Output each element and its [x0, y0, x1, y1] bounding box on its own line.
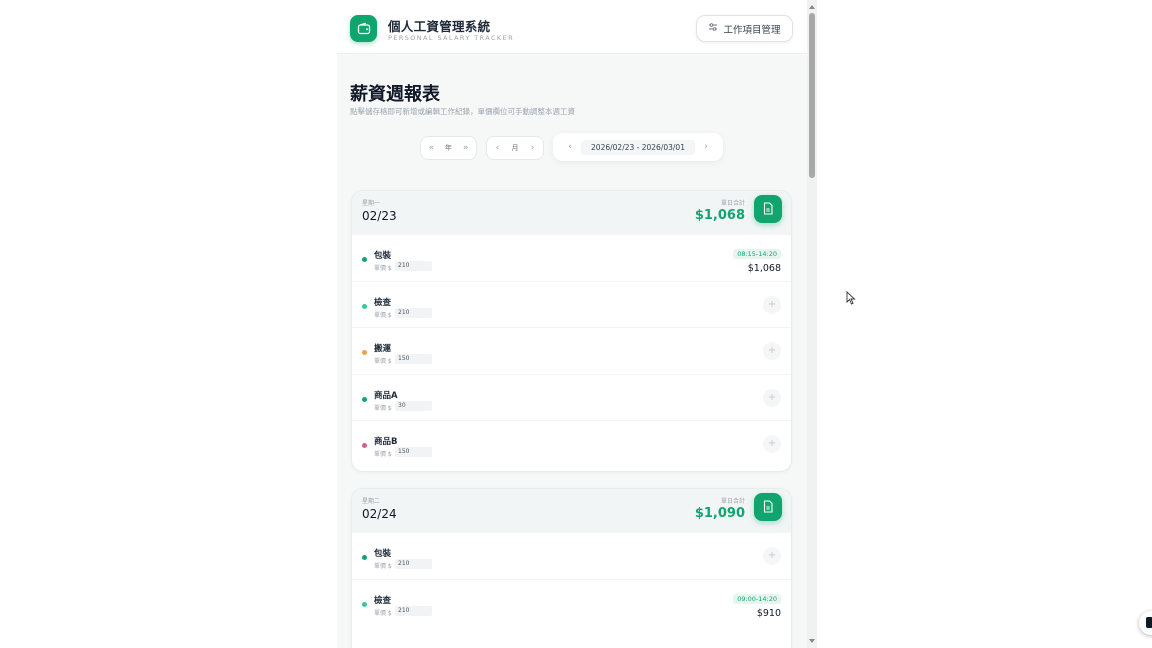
wallet-icon [350, 15, 377, 42]
floating-widget-button[interactable] [1139, 611, 1152, 635]
week-range-nav: ‹ 2026/02/23 - 2026/03/01 › [553, 133, 723, 161]
report-button[interactable] [754, 195, 782, 223]
rate-input[interactable]: 210 [395, 261, 432, 271]
scrollbar[interactable] [807, 0, 817, 648]
week-range-text: 2026/02/23 - 2026/03/01 [581, 139, 695, 155]
plus-icon[interactable]: + [763, 342, 781, 360]
prev-month-button[interactable]: ‹ [491, 143, 505, 153]
scroll-up-arrow-icon[interactable] [809, 5, 815, 9]
rate-label: 單價 $ [374, 265, 392, 272]
plus-icon[interactable]: + [763, 295, 781, 314]
sliders-icon [708, 22, 718, 35]
job-color-dot [362, 350, 367, 355]
job-color-dot [362, 443, 367, 448]
job-row[interactable]: 商品B 單價 $ 150 + [352, 421, 791, 468]
mouse-cursor-icon [846, 290, 856, 309]
rate-input[interactable]: 150 [395, 354, 432, 364]
scroll-down-arrow-icon[interactable] [809, 639, 815, 643]
rate-input[interactable]: 150 [395, 447, 432, 457]
job-row[interactable]: 包裝 單價 $ 210 08:15-14:20 $1,068 [352, 235, 791, 282]
year-nav: « 年 » [420, 136, 477, 160]
rate-label: 單價 $ [374, 358, 392, 365]
rate-input[interactable]: 210 [395, 559, 432, 569]
rate-label: 單價 $ [374, 451, 392, 458]
day-total-label: 單日合計 [720, 498, 745, 505]
job-color-dot [362, 396, 367, 402]
plus-icon[interactable]: + [763, 435, 781, 453]
app-container: 個人工資管理系統 PERSONAL SALARY TRACKER 工作項目管理 … [337, 0, 807, 648]
manage-jobs-button[interactable]: 工作項目管理 [696, 15, 793, 42]
job-name: 包裝 [374, 549, 392, 559]
job-name: 商品B [374, 437, 398, 447]
day-card: 星期二 02/24 單日合計 $1,090 包裝 單價 $ 210 + 檢查 單… [351, 488, 792, 648]
day-total: $1,068 [694, 208, 745, 223]
rate-label: 單價 $ [374, 563, 392, 570]
job-name: 包裝 [374, 251, 392, 261]
job-name: 檢查 [374, 595, 392, 606]
job-name: 檢查 [374, 297, 392, 308]
year-label: 年 [444, 144, 452, 152]
plus-icon[interactable]: + [763, 388, 781, 407]
job-color-dot [362, 601, 367, 607]
rate-input[interactable]: 30 [395, 400, 432, 411]
job-color-dot [362, 303, 367, 309]
job-name: 商品A [374, 390, 398, 401]
job-amount: $1,068 [747, 263, 781, 274]
page-description: 點擊儲存格即可新增或編輯工作紀錄，單價欄位可手動調整本週工資 [350, 107, 575, 116]
weekday-label: 星期一 [362, 200, 381, 207]
rate-label: 單價 $ [374, 404, 392, 412]
time-badge: 08:15-14:20 [733, 249, 781, 259]
rate-label: 單價 $ [374, 311, 392, 319]
prev-year-button[interactable]: « [424, 143, 438, 153]
month-nav: ‹ 月 › [486, 136, 544, 160]
job-color-dot [362, 555, 367, 560]
job-name: 搬運 [374, 344, 392, 354]
document-icon [762, 200, 774, 219]
report-button[interactable] [754, 493, 782, 521]
job-row[interactable]: 商品A 單價 $ 30 + [352, 375, 791, 421]
next-month-button[interactable]: › [526, 143, 540, 153]
job-row[interactable]: 包裝 單價 $ 210 + [352, 533, 791, 580]
scrollbar-thumb[interactable] [809, 13, 815, 178]
day-total-label: 單日合計 [720, 200, 745, 207]
day-header: 星期一 02/23 單日合計 $1,068 [352, 191, 791, 235]
weekday-label: 星期二 [362, 498, 381, 505]
month-label: 月 [511, 144, 519, 152]
date-label: 02/24 [362, 507, 397, 521]
app-subtitle: PERSONAL SALARY TRACKER [388, 34, 515, 42]
job-row[interactable]: 檢查 單價 $ 210 09:00-14:20 $910 [352, 580, 791, 627]
rate-label: 單價 $ [374, 609, 392, 617]
rate-input[interactable]: 210 [395, 307, 432, 318]
document-icon [762, 498, 774, 517]
day-card: 星期一 02/23 單日合計 $1,068 包裝 單價 $ 210 08:15-… [351, 190, 792, 472]
job-color-dot [362, 257, 367, 262]
next-year-button[interactable]: » [459, 143, 473, 153]
day-total: $1,090 [694, 506, 745, 521]
day-header: 星期二 02/24 單日合計 $1,090 [352, 489, 791, 533]
date-label: 02/23 [362, 209, 397, 223]
prev-week-button[interactable]: ‹ [563, 142, 577, 152]
job-row[interactable]: 搬運 單價 $ 150 + [352, 328, 791, 375]
next-week-button[interactable]: › [699, 142, 713, 152]
rate-input[interactable]: 210 [395, 605, 432, 616]
plus-icon[interactable]: + [763, 547, 781, 565]
app-title: 個人工資管理系統 [388, 19, 491, 34]
header: 個人工資管理系統 PERSONAL SALARY TRACKER 工作項目管理 [337, 0, 807, 54]
page-title: 薪資週報表 [350, 84, 440, 105]
time-badge: 09:00-14:20 [733, 593, 781, 604]
manage-jobs-label: 工作項目管理 [723, 24, 781, 36]
job-row[interactable]: 檢查 單價 $ 210 + [352, 282, 791, 328]
job-amount: $910 [756, 607, 781, 619]
